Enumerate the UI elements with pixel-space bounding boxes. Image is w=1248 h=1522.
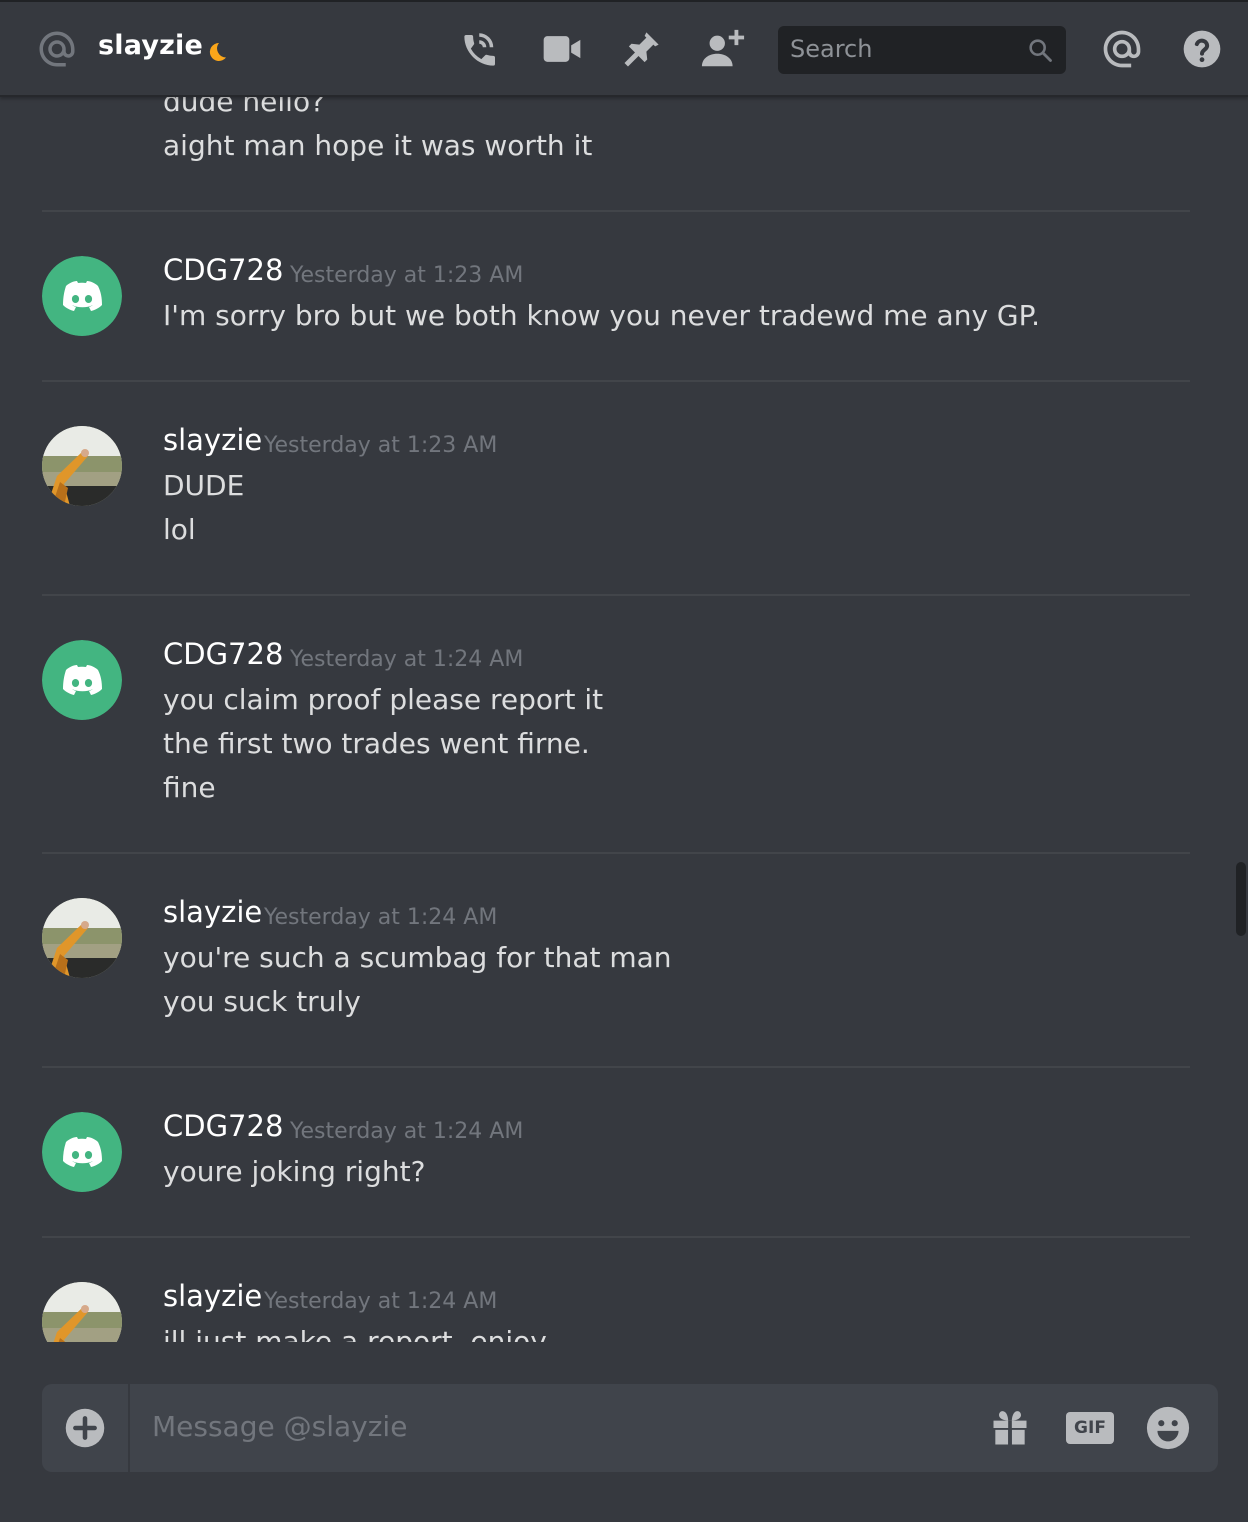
message-text: you're such a scumbag for that man — [163, 941, 672, 974]
message-list-scrollbar[interactable] — [1236, 862, 1246, 936]
message-author[interactable]: slayzie — [163, 895, 262, 929]
user-photo-icon — [42, 898, 122, 978]
at-sign-icon — [1103, 30, 1141, 68]
discord-logo-icon — [42, 640, 122, 720]
message-text: you suck truly — [163, 985, 361, 1018]
discord-logo-icon — [42, 256, 122, 336]
search-placeholder: Search — [790, 35, 873, 63]
message-author[interactable]: CDG728 — [163, 253, 283, 287]
at-sign-icon — [39, 31, 75, 67]
message-text: you claim proof please report it — [163, 683, 604, 716]
start-video-call-button[interactable] — [539, 26, 585, 72]
avatar[interactable] — [42, 898, 122, 978]
channel-title: slayzie — [98, 30, 203, 61]
message-timestamp: Yesterday at 1:23 AM — [290, 263, 524, 288]
avatar[interactable] — [42, 426, 122, 506]
user-photo-icon — [42, 426, 122, 506]
pin-icon — [624, 32, 659, 67]
avatar[interactable] — [42, 640, 122, 720]
message-divider — [42, 594, 1190, 596]
discord-logo-icon — [42, 1112, 122, 1192]
message-divider — [42, 1066, 1190, 1068]
message-text: the first two trades went firne. — [163, 727, 590, 760]
message-divider — [42, 1236, 1190, 1238]
message-divider — [42, 852, 1190, 854]
message-text: ill just make a report. enjoy — [163, 1325, 547, 1342]
message-author[interactable]: slayzie — [163, 423, 262, 457]
mentions-button[interactable] — [1099, 26, 1145, 72]
message-author[interactable]: CDG728 — [163, 1109, 283, 1143]
avatar[interactable] — [42, 1282, 122, 1342]
message-author[interactable]: CDG728 — [163, 637, 283, 671]
message-divider — [42, 380, 1190, 382]
help-question-icon — [1183, 30, 1221, 68]
gif-icon: GIF — [1066, 1412, 1114, 1444]
message-timestamp: Yesterday at 1:24 AM — [290, 647, 524, 672]
plus-circle-icon — [65, 1408, 105, 1448]
message-text: fine — [163, 771, 216, 804]
smiley-face-icon — [1146, 1406, 1190, 1450]
add-friends-to-dm-button[interactable] — [700, 26, 746, 72]
message-input[interactable]: Message @slayzie — [152, 1410, 407, 1443]
message-text: dude hello? — [163, 97, 325, 118]
emoji-picker-button[interactable] — [1143, 1406, 1193, 1450]
upload-attachment-button[interactable] — [42, 1384, 130, 1472]
message-text: youre joking right? — [163, 1155, 426, 1188]
message-divider — [42, 210, 1190, 212]
avatar[interactable] — [42, 1112, 122, 1192]
message-text: aight man hope it was worth it — [163, 129, 593, 162]
pinned-messages-button[interactable] — [619, 26, 665, 72]
message-author[interactable]: slayzie — [163, 1279, 262, 1313]
video-camera-icon — [543, 36, 581, 62]
start-voice-call-button[interactable] — [458, 26, 504, 72]
gift-icon — [993, 1411, 1027, 1445]
gif-label: GIF — [1074, 1418, 1106, 1438]
send-gift-button[interactable] — [986, 1406, 1034, 1450]
add-user-icon — [701, 29, 745, 67]
message-text: lol — [163, 513, 196, 546]
message-timestamp: Yesterday at 1:24 AM — [264, 905, 498, 930]
gif-picker-button[interactable]: GIF — [1064, 1406, 1116, 1450]
message-text: DUDE — [163, 469, 245, 502]
message-list[interactable]: dude hello? aight man hope it was worth … — [0, 97, 1220, 1342]
user-photo-icon — [42, 1282, 122, 1342]
message-text: I'm sorry bro but we both know you never… — [163, 299, 1041, 332]
message-timestamp: Yesterday at 1:24 AM — [290, 1119, 524, 1144]
search-input[interactable]: Search — [778, 26, 1066, 74]
channel-header: slayzie Search — [0, 0, 1248, 97]
message-timestamp: Yesterday at 1:23 AM — [264, 433, 498, 458]
avatar[interactable] — [42, 256, 122, 336]
phone-call-icon — [464, 33, 495, 66]
message-timestamp: Yesterday at 1:24 AM — [264, 1289, 498, 1314]
search-icon — [1029, 39, 1052, 62]
message-composer[interactable]: Message @slayzie GIF — [42, 1384, 1218, 1472]
help-button[interactable] — [1179, 26, 1225, 72]
idle-moon-icon — [209, 42, 226, 61]
